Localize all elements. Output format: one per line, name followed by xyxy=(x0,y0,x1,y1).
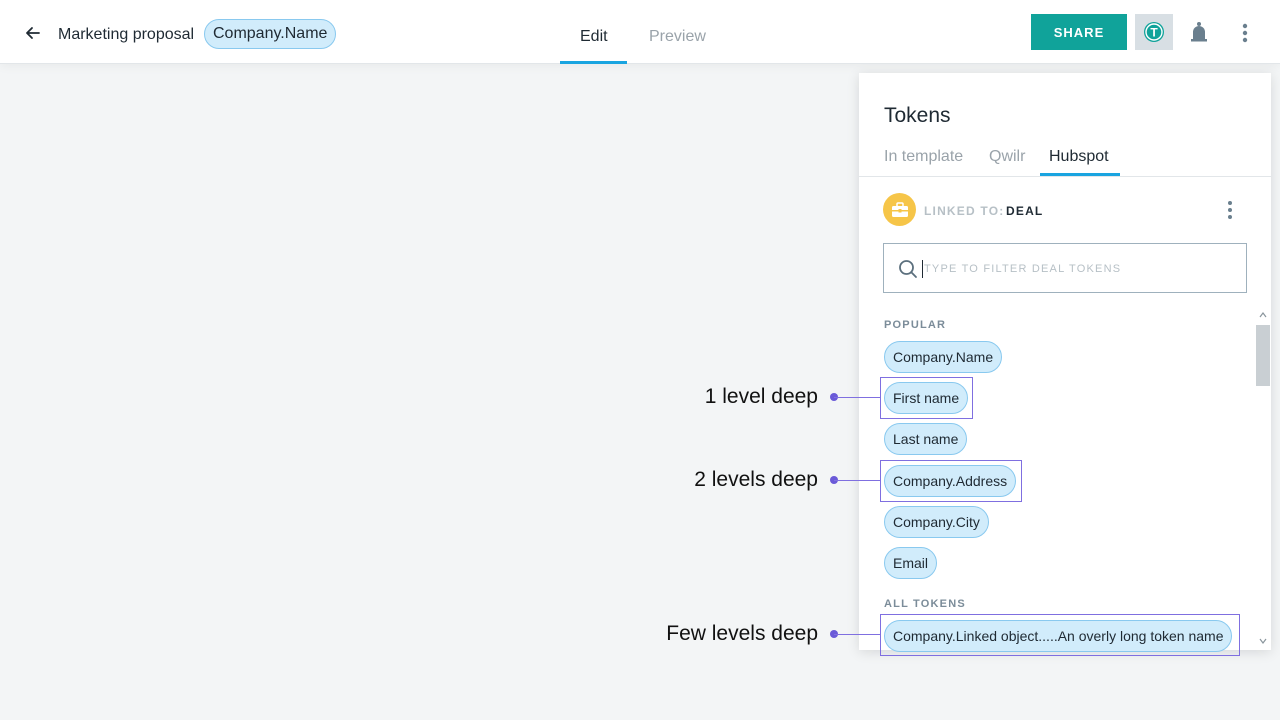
chevron-up-icon[interactable] xyxy=(1259,311,1267,319)
token-circle-icon: T xyxy=(1144,22,1164,42)
annotation-label-1-level: 1 level deep xyxy=(704,385,818,408)
token-search-box[interactable] xyxy=(883,243,1247,293)
bell-icon xyxy=(1191,22,1207,42)
share-button[interactable]: SHARE xyxy=(1031,14,1127,50)
more-options-button[interactable] xyxy=(1234,21,1256,45)
panel-title: Tokens xyxy=(884,104,951,127)
kebab-icon xyxy=(1242,23,1248,43)
search-icon xyxy=(899,260,917,278)
notifications-button[interactable] xyxy=(1188,21,1210,45)
top-bar: Marketing proposal Company.Name Edit Pre… xyxy=(0,0,1280,64)
annotation-connector xyxy=(834,480,880,481)
linked-to-label: LINKED TO: xyxy=(924,204,1005,218)
title-token[interactable]: Company.Name xyxy=(204,19,337,49)
annotation-label-2-levels: 2 levels deep xyxy=(694,468,818,491)
token-glyph: T xyxy=(1150,26,1158,40)
all-tokens-section-label: ALL TOKENS xyxy=(884,598,966,610)
token-company-city[interactable]: Company.City xyxy=(884,506,989,538)
popular-section-label: POPULAR xyxy=(884,319,947,331)
token-first-name[interactable]: First name xyxy=(884,382,969,414)
tab-preview[interactable]: Preview xyxy=(649,28,706,46)
token-email[interactable]: Email xyxy=(884,547,938,579)
tab-in-template[interactable]: In template xyxy=(884,148,963,166)
token-list-scrollbar[interactable] xyxy=(1255,309,1271,650)
chevron-down-icon[interactable] xyxy=(1259,637,1267,645)
token-company-address[interactable]: Company.Address xyxy=(884,465,1017,497)
token-last-name[interactable]: Last name xyxy=(884,423,968,455)
back-button[interactable] xyxy=(22,22,44,44)
text-caret xyxy=(922,260,923,278)
scrollbar-thumb[interactable] xyxy=(1256,325,1270,386)
tokens-panel: Tokens In template Qwilr Hubspot LINKED … xyxy=(859,73,1271,652)
panel-tab-divider xyxy=(859,176,1271,177)
document-title[interactable]: Marketing proposal xyxy=(58,26,194,44)
panel-more-options-button[interactable] xyxy=(1219,199,1241,221)
annotation-connector xyxy=(834,634,880,635)
token-long-linked-object[interactable]: Company.Linked object.....An overly long… xyxy=(884,620,1233,652)
tab-qwilr[interactable]: Qwilr xyxy=(989,148,1025,166)
tab-hubspot[interactable]: Hubspot xyxy=(1049,148,1109,166)
linked-to-value: DEAL xyxy=(1006,204,1044,218)
kebab-icon xyxy=(1228,201,1232,219)
active-tab-indicator xyxy=(560,61,627,64)
token-company-name[interactable]: Company.Name xyxy=(884,341,1003,373)
arrow-left-icon xyxy=(26,27,40,39)
tab-edit[interactable]: Edit xyxy=(580,28,608,46)
token-search-input[interactable] xyxy=(924,258,1224,280)
annotation-label-few-levels: Few levels deep xyxy=(666,622,818,645)
briefcase-icon xyxy=(883,193,916,226)
tokens-panel-toggle[interactable]: T xyxy=(1135,14,1173,50)
annotation-connector xyxy=(834,397,880,398)
